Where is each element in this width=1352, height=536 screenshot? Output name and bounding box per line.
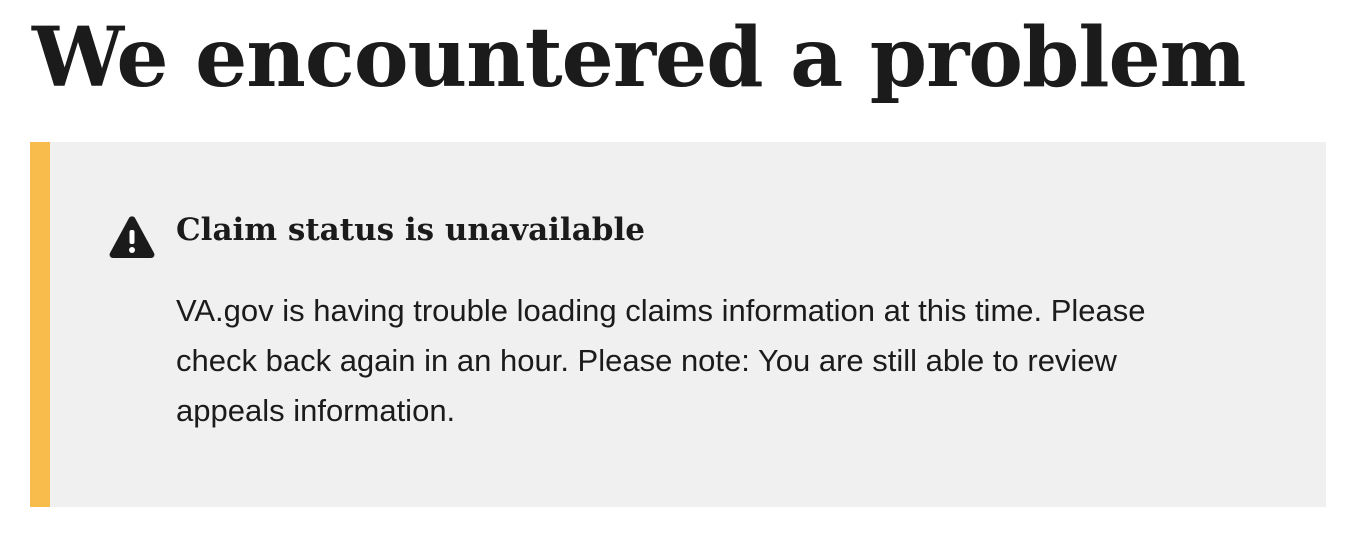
warning-alert: Claim status is unavailable VA.gov is ha… xyxy=(30,142,1326,507)
alert-body: Claim status is unavailable VA.gov is ha… xyxy=(176,208,1206,436)
alert-message: VA.gov is having trouble loading claims … xyxy=(176,293,1146,428)
alert-heading: Claim status is unavailable xyxy=(176,212,645,248)
warning-icon xyxy=(108,214,156,260)
page-title: We encountered a problem xyxy=(32,10,1246,106)
